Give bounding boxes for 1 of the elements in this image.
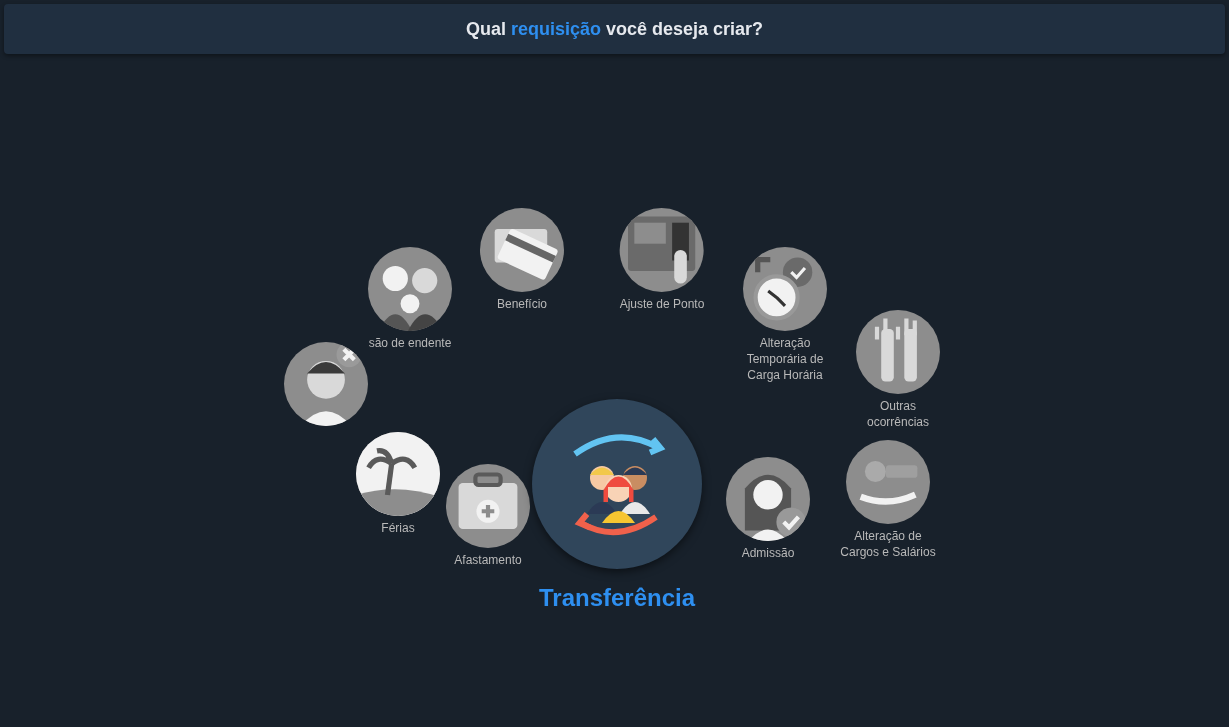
page-title: Qual requisição você deseja criar? — [465, 18, 764, 40]
